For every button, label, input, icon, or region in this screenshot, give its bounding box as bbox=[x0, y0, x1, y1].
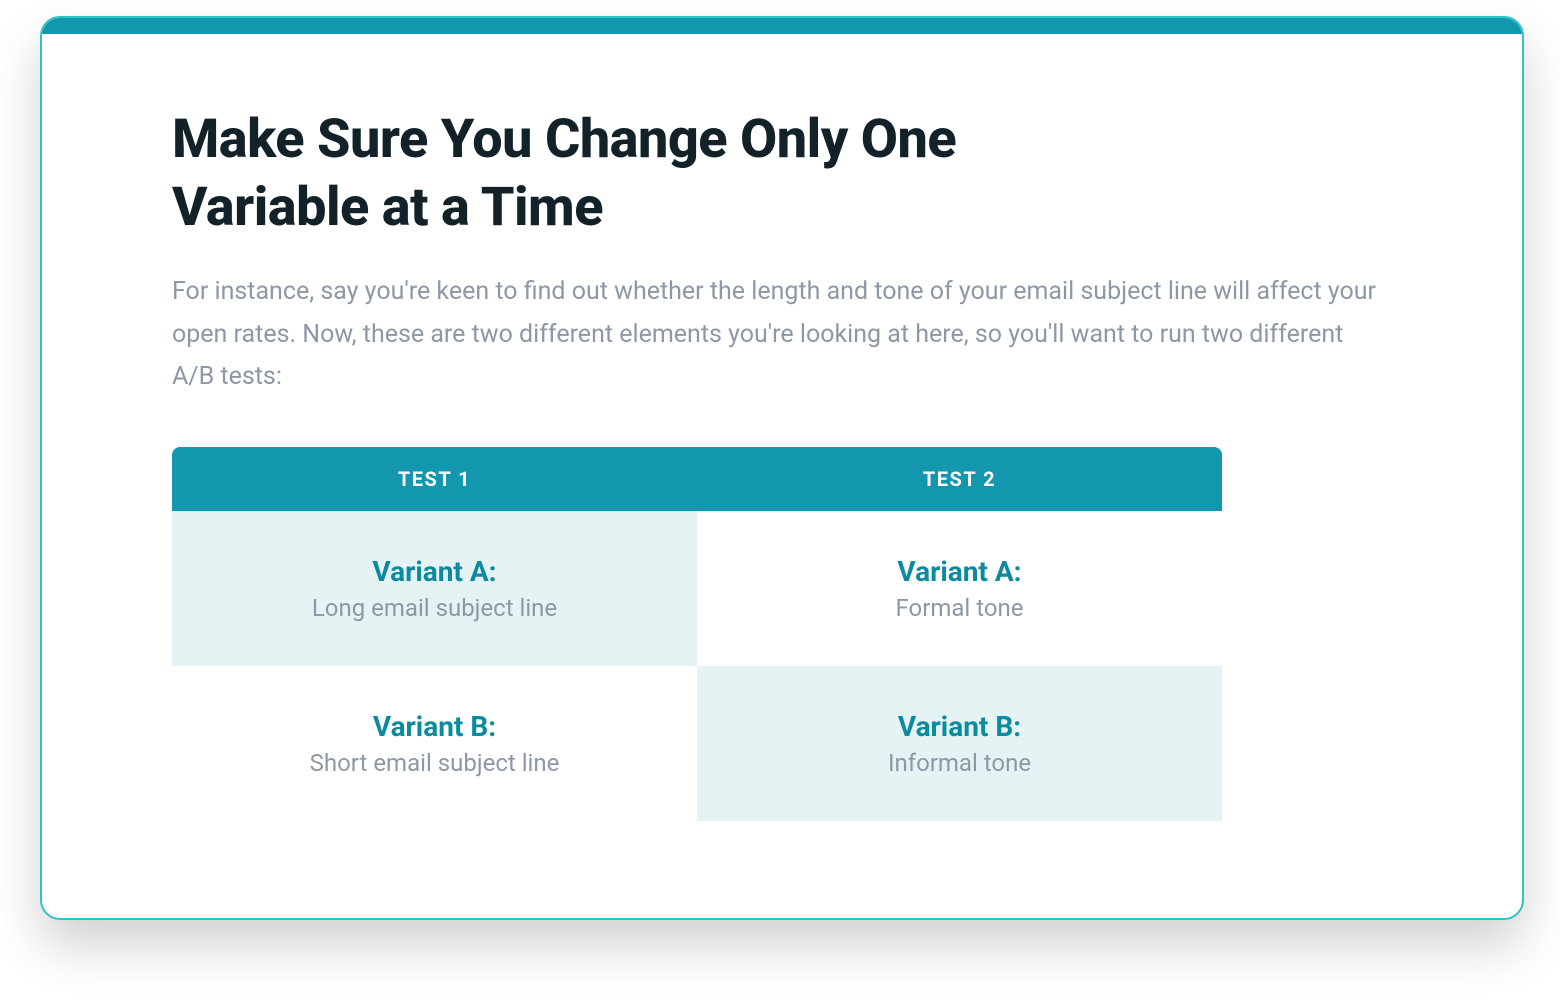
variant-label: Variant B: bbox=[182, 710, 687, 743]
content-area: Make Sure You Change Only One Variable a… bbox=[42, 34, 1522, 821]
variant-label: Variant A: bbox=[182, 555, 687, 588]
table-cell-test1-variant-a: Variant A: Long email subject line bbox=[172, 511, 697, 666]
table-cell-test2-variant-a: Variant A: Formal tone bbox=[697, 511, 1222, 666]
variant-description: Short email subject line bbox=[182, 749, 687, 777]
variant-description: Long email subject line bbox=[182, 594, 687, 622]
variant-label: Variant B: bbox=[707, 710, 1212, 743]
document-card: Make Sure You Change Only One Variable a… bbox=[40, 16, 1524, 920]
table-header-test1: TEST 1 bbox=[172, 447, 697, 511]
main-heading: Make Sure You Change Only One Variable a… bbox=[172, 106, 1072, 241]
variant-description: Informal tone bbox=[707, 749, 1212, 777]
canvas: Make Sure You Change Only One Variable a… bbox=[0, 0, 1560, 1006]
intro-paragraph: For instance, say you're keen to find ou… bbox=[172, 271, 1382, 399]
ab-test-table: TEST 1 TEST 2 Variant A: Long email subj… bbox=[172, 447, 1222, 821]
card-top-accent-bar bbox=[42, 18, 1522, 34]
table-header-test2: TEST 2 bbox=[697, 447, 1222, 511]
table-row: Variant B: Short email subject line Vari… bbox=[172, 666, 1222, 821]
table-header-row: TEST 1 TEST 2 bbox=[172, 447, 1222, 511]
table-cell-test1-variant-b: Variant B: Short email subject line bbox=[172, 666, 697, 821]
variant-label: Variant A: bbox=[707, 555, 1212, 588]
table-cell-test2-variant-b: Variant B: Informal tone bbox=[697, 666, 1222, 821]
variant-description: Formal tone bbox=[707, 594, 1212, 622]
table-row: Variant A: Long email subject line Varia… bbox=[172, 511, 1222, 666]
